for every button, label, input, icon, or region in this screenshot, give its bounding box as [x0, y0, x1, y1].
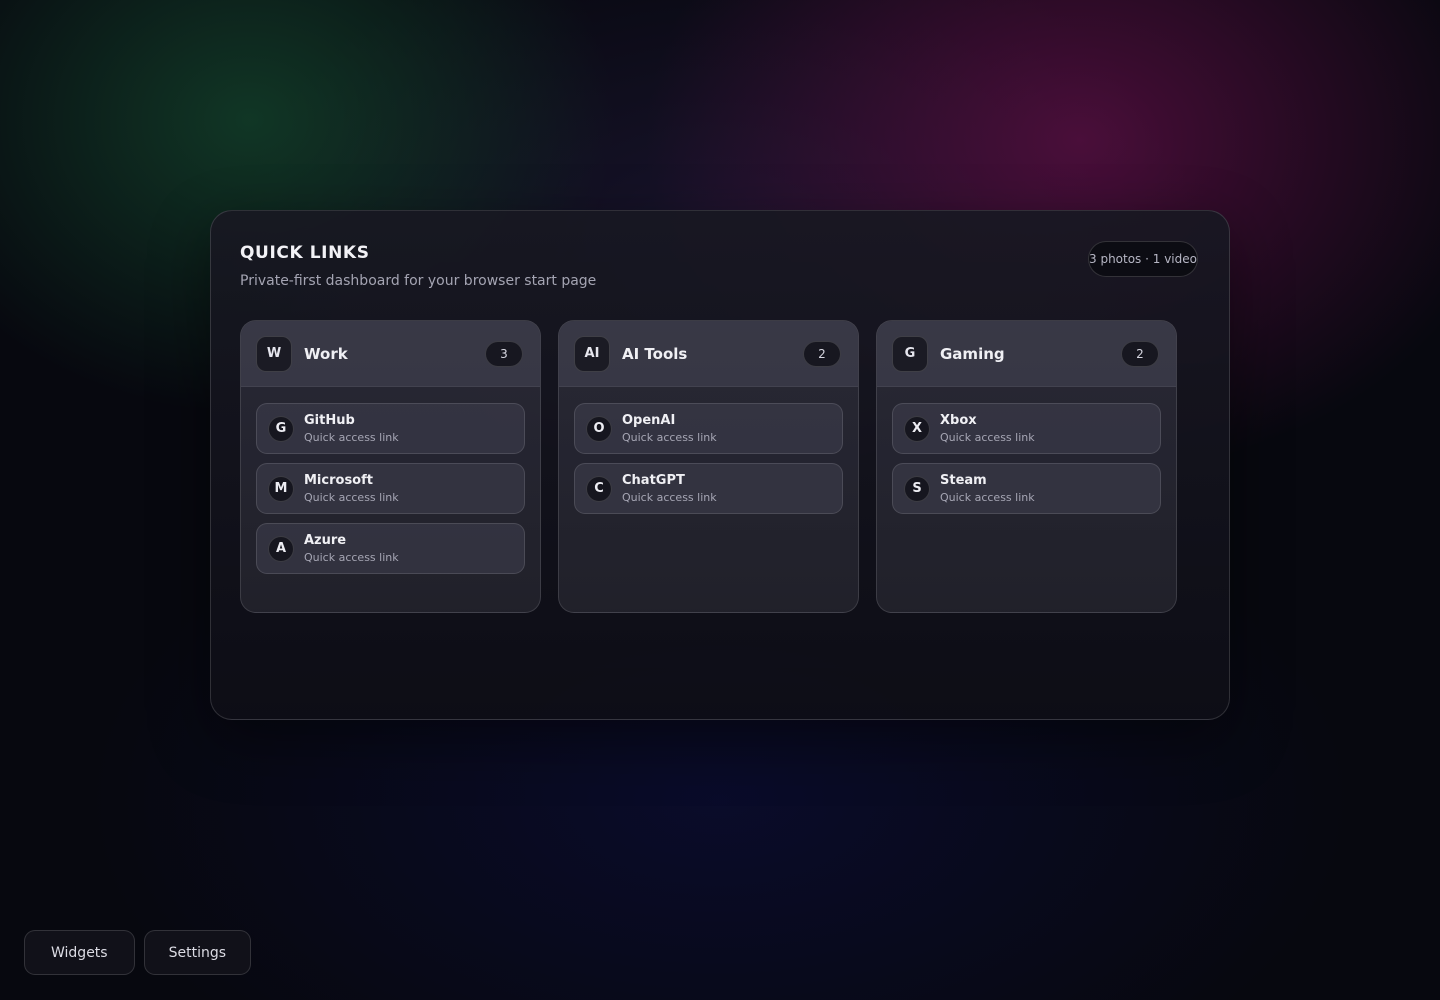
group-avatar: W: [256, 335, 292, 372]
group-name: Gaming: [940, 344, 1005, 363]
link-avatar: G: [268, 415, 294, 442]
group-avatar: G: [892, 335, 928, 372]
link-item-xbox[interactable]: X Xbox Quick access link: [892, 403, 1161, 454]
link-name: ChatGPT: [622, 473, 685, 488]
group-header[interactable]: W Work 3: [241, 321, 540, 387]
group-work: W Work 3 G GitHub Quick access link M Mi…: [240, 320, 541, 613]
panel-title: QUICK LINKS: [240, 243, 370, 263]
link-name: Microsoft: [304, 473, 373, 488]
link-list: G GitHub Quick access link M Microsoft Q…: [241, 387, 540, 574]
group-count-badge: 3: [485, 340, 523, 367]
link-item-microsoft[interactable]: M Microsoft Quick access link: [256, 463, 525, 514]
link-avatar: S: [904, 475, 930, 502]
link-list: X Xbox Quick access link S Steam Quick a…: [877, 387, 1176, 514]
panel-subtitle: Private-first dashboard for your browser…: [240, 273, 597, 289]
link-name: OpenAI: [622, 413, 676, 428]
link-subtitle: Quick access link: [304, 491, 399, 504]
bottom-toolbar: Widgets Settings: [24, 930, 252, 975]
group-header[interactable]: G Gaming 2: [877, 321, 1176, 387]
link-name: Steam: [940, 473, 987, 488]
group-name: Work: [304, 344, 348, 363]
link-groups: W Work 3 G GitHub Quick access link M Mi…: [240, 320, 1177, 613]
link-avatar: C: [586, 475, 612, 502]
link-avatar: X: [904, 415, 930, 442]
link-subtitle: Quick access link: [940, 491, 1035, 504]
link-item-openai[interactable]: O OpenAI Quick access link: [574, 403, 843, 454]
link-item-steam[interactable]: S Steam Quick access link: [892, 463, 1161, 514]
link-name: Xbox: [940, 413, 977, 428]
group-ai-tools: AI AI Tools 2 O OpenAI Quick access link…: [558, 320, 859, 613]
link-subtitle: Quick access link: [304, 551, 399, 564]
quick-links-panel: QUICK LINKS Private-first dashboard for …: [210, 210, 1230, 720]
link-item-azure[interactable]: A Azure Quick access link: [256, 523, 525, 574]
link-subtitle: Quick access link: [622, 491, 717, 504]
group-count-badge: 2: [1121, 340, 1159, 367]
link-avatar: O: [586, 415, 612, 442]
media-count-badge[interactable]: 3 photos · 1 video: [1088, 241, 1198, 277]
group-header[interactable]: AI AI Tools 2: [559, 321, 858, 387]
link-subtitle: Quick access link: [940, 431, 1035, 444]
link-list: O OpenAI Quick access link C ChatGPT Qui…: [559, 387, 858, 514]
group-avatar: AI: [574, 335, 610, 372]
link-item-github[interactable]: G GitHub Quick access link: [256, 403, 525, 454]
link-name: Azure: [304, 533, 347, 548]
link-subtitle: Quick access link: [304, 431, 399, 444]
group-gaming: G Gaming 2 X Xbox Quick access link S St…: [876, 320, 1177, 613]
link-item-chatgpt[interactable]: C ChatGPT Quick access link: [574, 463, 843, 514]
link-avatar: A: [268, 535, 294, 562]
link-avatar: M: [268, 475, 294, 502]
settings-button[interactable]: Settings: [143, 930, 252, 975]
widgets-button[interactable]: Widgets: [24, 930, 135, 975]
link-name: GitHub: [304, 413, 355, 428]
group-name: AI Tools: [622, 344, 688, 363]
link-subtitle: Quick access link: [622, 431, 717, 444]
group-count-badge: 2: [803, 340, 841, 367]
